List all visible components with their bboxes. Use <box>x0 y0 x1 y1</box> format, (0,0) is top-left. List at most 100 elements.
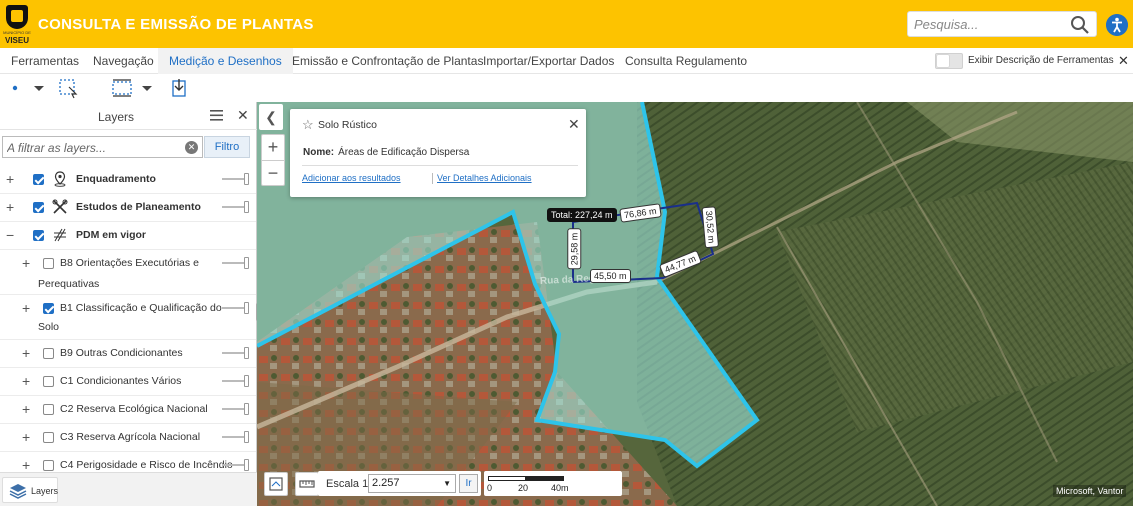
zoom-out-button[interactable]: − <box>262 160 284 185</box>
opacity-slider[interactable] <box>222 431 250 443</box>
close-icon[interactable]: ✕ <box>237 107 249 124</box>
opacity-slider[interactable] <box>222 302 250 314</box>
layers-stack-icon <box>9 484 27 499</box>
layer-filter-box[interactable]: ✕ <box>2 136 203 158</box>
scale-control: Escala 1: 2.257 ▼ <box>318 471 481 496</box>
layer-row[interactable]: + Estudos de Planeamento <box>0 194 256 222</box>
fullscreen-button[interactable] <box>264 472 288 496</box>
layer-row[interactable]: + Enquadramento <box>0 164 256 194</box>
layers-tab[interactable]: Layers <box>2 477 58 503</box>
scale-select[interactable]: 2.257 ▼ <box>368 474 456 493</box>
layer-row[interactable]: + B8 Orientações Executórias e Perequati… <box>0 250 256 295</box>
star-icon[interactable]: ☆ <box>302 117 314 133</box>
layer-row[interactable]: + C2 Reserva Ecológica Nacional <box>0 396 256 424</box>
filter-button[interactable]: Filtro <box>204 136 250 158</box>
layer-checkbox[interactable] <box>43 348 54 359</box>
layer-label: C1 Condicionantes Vários <box>60 375 182 387</box>
layer-checkbox[interactable] <box>43 432 54 443</box>
clear-icon[interactable]: ✕ <box>185 141 198 154</box>
map-view[interactable]: Rua da Regueira ❮ + − ☆ Solo Rústico ✕ N… <box>257 102 1133 506</box>
tab-emissao-confrontacao[interactable]: Emissão e Confrontação de Plantas <box>281 48 494 74</box>
zoom-in-button[interactable]: + <box>262 135 284 160</box>
scale-label: Escala 1: <box>326 478 372 490</box>
layer-filter-input[interactable] <box>7 140 179 155</box>
layer-row[interactable]: + C1 Condicionantes Vários <box>0 368 256 396</box>
opacity-slider[interactable] <box>222 173 250 185</box>
layers-panel: Layers ✕ ✕ Filtro + Enquadramento + Estu… <box>0 102 257 472</box>
logo-small-text: MUNICÍPIO DE <box>3 30 31 35</box>
layer-label: Enquadramento <box>76 173 156 185</box>
tab-bar: Ferramentas Navegação Medição e Desenhos… <box>0 48 1133 74</box>
expand-icon[interactable]: + <box>22 458 30 472</box>
scale-icon-button[interactable] <box>295 472 319 496</box>
shield-icon <box>6 5 28 29</box>
layer-label: PDM em vigor <box>76 229 147 241</box>
tab-medicao-desenhos[interactable]: Medição e Desenhos <box>158 48 293 74</box>
opacity-slider[interactable] <box>222 201 250 213</box>
opacity-slider[interactable] <box>222 347 250 359</box>
expand-icon[interactable]: + <box>22 256 30 270</box>
search-input[interactable] <box>914 15 1064 33</box>
layer-row[interactable]: + C4 Perigosidade e Risco de Incêndio <box>0 452 256 472</box>
add-to-results-link[interactable]: Adicionar aos resultados <box>302 173 401 183</box>
layer-row[interactable]: + C3 Reserva Agrícola Nacional <box>0 424 256 452</box>
tab-navegacao[interactable]: Navegação <box>82 48 165 74</box>
expand-icon[interactable]: + <box>22 374 30 388</box>
layers-tab-label: Layers <box>31 486 59 496</box>
layer-checkbox[interactable] <box>43 258 54 269</box>
toggle-label: Exibir Descrição de Ferramentas <box>968 55 1114 66</box>
accessibility-icon[interactable] <box>1106 14 1128 36</box>
opacity-slider[interactable] <box>222 375 250 387</box>
tab-ferramentas[interactable]: Ferramentas <box>0 48 90 74</box>
tab-importar-exportar[interactable]: Importar/Exportar Dados <box>472 48 625 74</box>
search-box[interactable] <box>907 11 1097 37</box>
measure-area-icon[interactable] <box>111 77 133 99</box>
expand-icon[interactable]: + <box>6 200 14 214</box>
close-icon[interactable]: ✕ <box>1118 53 1129 69</box>
go-button[interactable]: Ir <box>459 474 478 493</box>
layer-checkbox[interactable] <box>33 230 44 241</box>
fullscreen-icon <box>269 477 283 491</box>
import-icon[interactable] <box>168 77 190 99</box>
opacity-slider[interactable] <box>222 403 250 415</box>
layer-row[interactable]: + B1 Classificação e Qualificação do Sol… <box>0 295 256 340</box>
draw-point-icon[interactable] <box>8 77 22 99</box>
measurement-total-label: Total: 227,24 m <box>547 208 617 222</box>
expand-icon[interactable]: + <box>6 172 14 186</box>
app-header: MUNICÍPIO DE VISEU CONSULTA E EMISSÃO DE… <box>0 0 1133 48</box>
dropdown-icon[interactable] <box>32 77 46 99</box>
map-attribution: Microsoft, Vantor <box>1053 485 1127 497</box>
opacity-slider[interactable] <box>222 459 250 471</box>
tab-consulta-regulamento[interactable]: Consulta Regulamento <box>614 48 758 74</box>
layer-row[interactable]: − PDM em vigor <box>0 222 256 250</box>
scale-bar: 0 20 40m <box>484 471 622 496</box>
popup-field: Nome: Áreas de Edificação Dispersa <box>303 147 469 158</box>
close-icon[interactable]: ✕ <box>568 116 580 133</box>
expand-icon[interactable]: + <box>22 430 30 444</box>
search-icon[interactable] <box>1070 15 1090 35</box>
opacity-slider[interactable] <box>222 257 250 269</box>
view-details-link[interactable]: Ver Detalhes Adicionais <box>437 173 532 183</box>
expand-icon[interactable]: + <box>22 301 30 315</box>
layer-checkbox[interactable] <box>43 303 54 314</box>
layers-header: Layers ✕ <box>0 102 257 130</box>
scale-bar-graphic <box>488 476 564 481</box>
layer-label: C2 Reserva Ecológica Nacional <box>60 403 208 415</box>
layer-row[interactable]: + B9 Outras Condicionantes <box>0 340 256 368</box>
collapse-icon[interactable]: − <box>6 228 14 242</box>
layer-checkbox[interactable] <box>43 376 54 387</box>
tool-description-toggle[interactable] <box>935 53 963 69</box>
feature-popup: ☆ Solo Rústico ✕ Nome: Áreas de Edificaçã… <box>290 109 586 197</box>
collapse-panel-button[interactable]: ❮ <box>259 104 283 130</box>
layer-checkbox[interactable] <box>43 460 54 471</box>
dropdown-icon[interactable] <box>140 77 154 99</box>
toolbar <box>0 74 1133 102</box>
menu-icon[interactable] <box>210 110 223 121</box>
expand-icon[interactable]: + <box>22 346 30 360</box>
select-area-icon[interactable] <box>57 77 79 99</box>
layer-checkbox[interactable] <box>43 404 54 415</box>
popup-field-value: Áreas de Edificação Dispersa <box>338 147 470 158</box>
layer-checkbox[interactable] <box>33 174 44 185</box>
layer-checkbox[interactable] <box>33 202 44 213</box>
expand-icon[interactable]: + <box>22 402 30 416</box>
